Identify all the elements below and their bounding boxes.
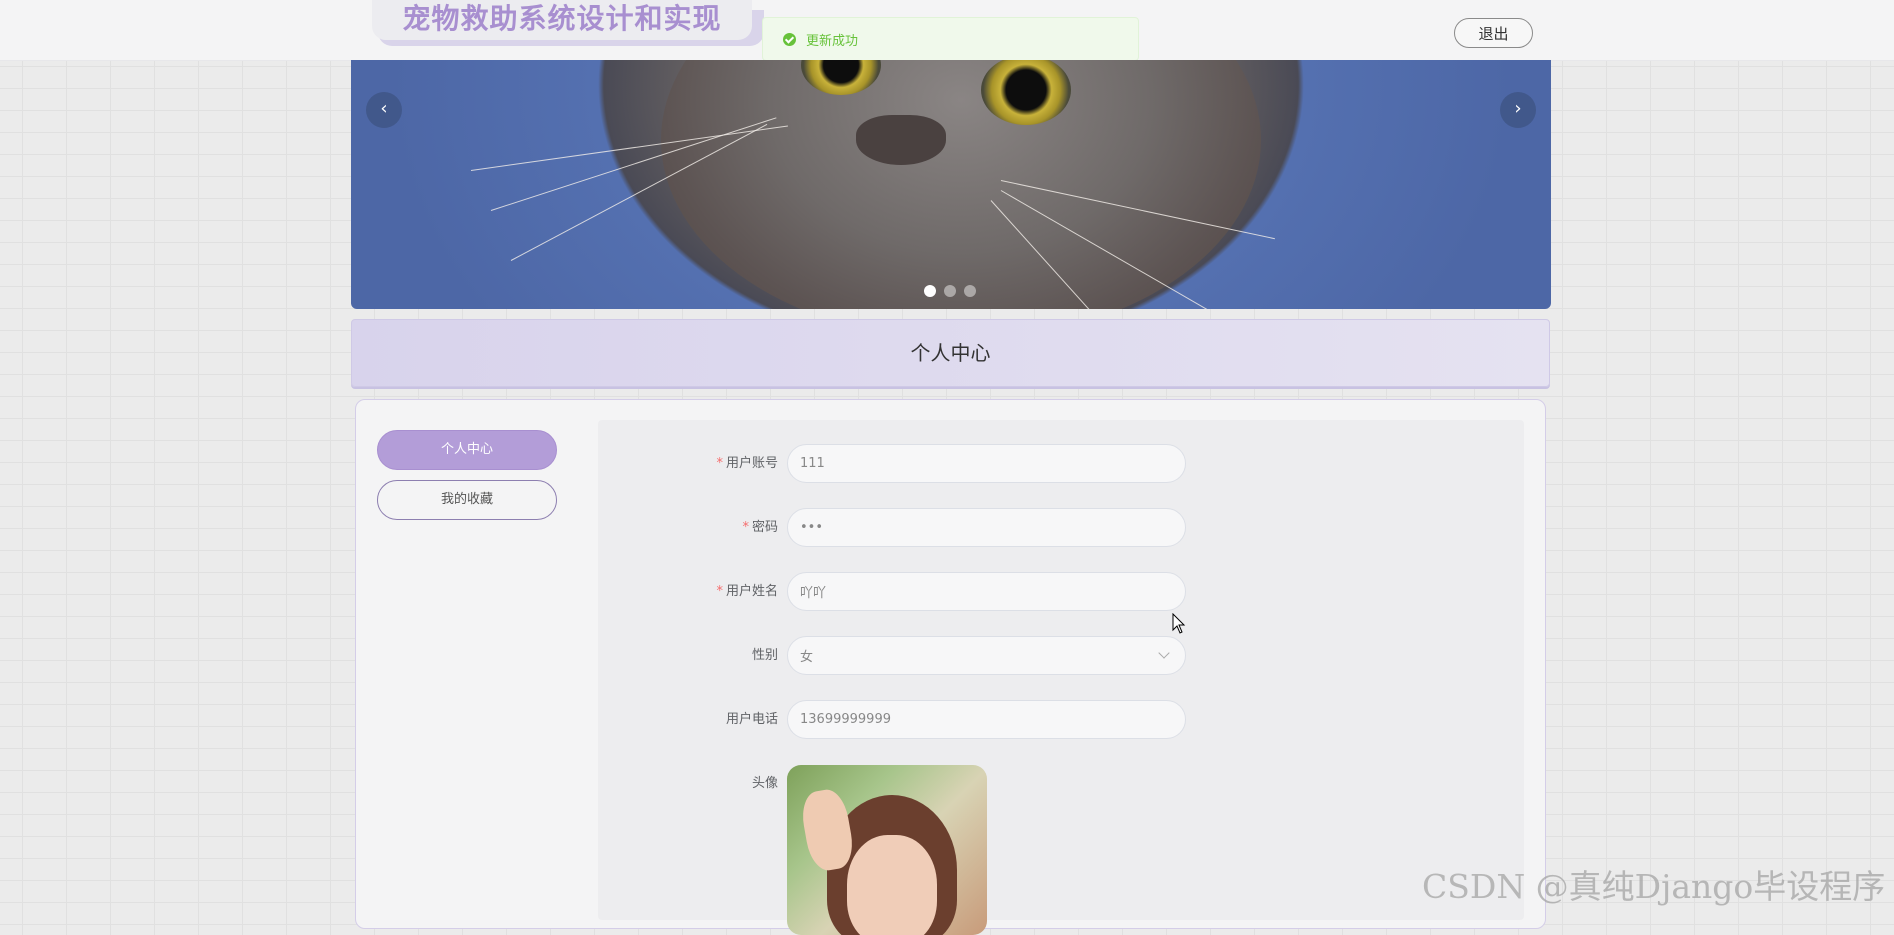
carousel-next-button[interactable]: › [1500, 92, 1536, 128]
system-title-block: 宠物救助系统设计和实现 [372, 0, 764, 46]
password-label: * 密码 [598, 508, 778, 548]
name-label-text: 用户姓名 [725, 584, 778, 599]
carousel-dot[interactable] [944, 285, 956, 297]
system-title: 宠物救助系统设计和实现 [372, 0, 752, 40]
avatar-upload[interactable] [787, 765, 987, 935]
gender-select[interactable] [787, 636, 1186, 675]
account-label-text: 用户账号 [725, 456, 778, 471]
carousel-prev-button[interactable]: ‹ [366, 92, 402, 128]
phone-label: 用户电话 [725, 712, 778, 727]
watermark: CSDN @真纯Django毕设程序 [1422, 867, 1886, 906]
cat-nose [856, 115, 946, 165]
phone-input[interactable] [787, 700, 1186, 739]
required-mark: * [716, 456, 723, 471]
name-input[interactable] [787, 572, 1186, 611]
menu-item-profile[interactable]: 个人中心 [377, 430, 557, 470]
avatar-hand [798, 786, 857, 874]
account-label: * 用户账号 [598, 444, 778, 484]
banner-carousel: ‹ › [351, 60, 1551, 309]
avatar-image [847, 835, 937, 935]
toast-message: 更新成功 [806, 33, 859, 49]
carousel-dot[interactable] [924, 285, 936, 297]
menu-item-favorites[interactable]: 我的收藏 [377, 480, 557, 520]
avatar-label: 头像 [751, 776, 778, 791]
required-mark: * [716, 584, 723, 599]
success-check-icon [783, 32, 796, 46]
carousel-dot[interactable] [964, 285, 976, 297]
password-label-text: 密码 [751, 520, 778, 535]
mouse-cursor-icon [1172, 613, 1186, 634]
banner-cat-image [661, 60, 1261, 309]
gender-label: 性别 [751, 648, 778, 663]
account-input[interactable] [787, 444, 1186, 483]
carousel-indicators [924, 285, 976, 297]
success-toast: 更新成功 [762, 17, 1139, 61]
logout-button[interactable]: 退出 [1454, 18, 1533, 48]
name-label: * 用户姓名 [598, 572, 778, 612]
page-title: 个人中心 [351, 319, 1550, 387]
required-mark: * [742, 520, 749, 535]
password-input[interactable] [787, 508, 1186, 547]
